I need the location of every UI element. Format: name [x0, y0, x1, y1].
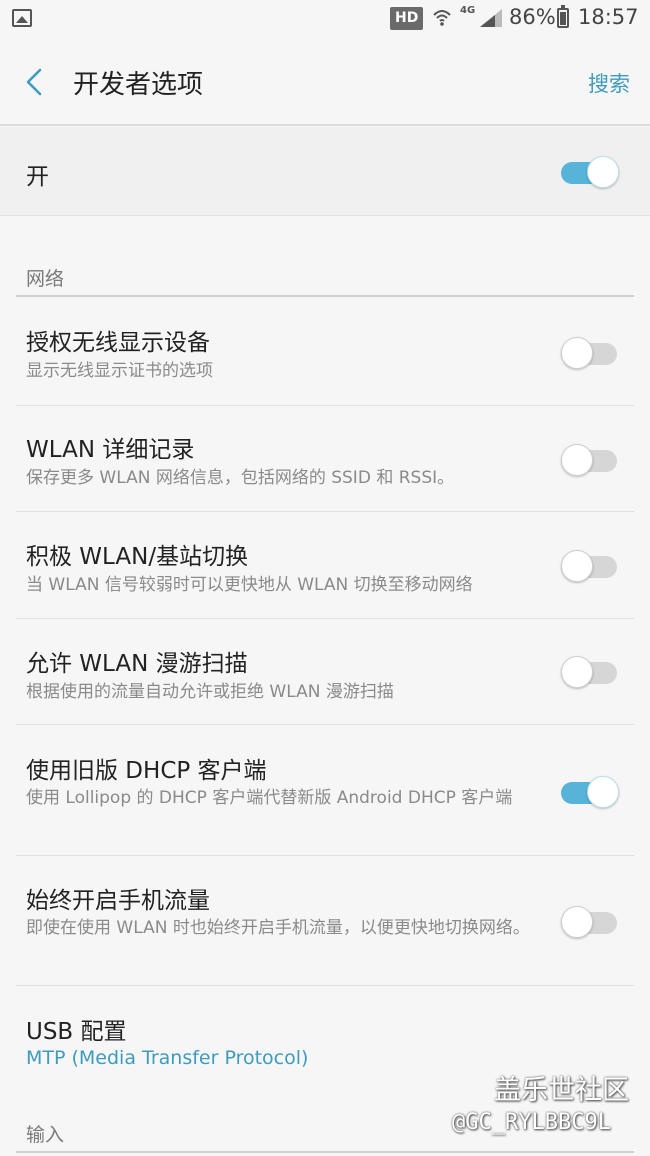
toggle-knob: [561, 656, 593, 688]
toggle-knob: [587, 156, 619, 188]
watermark-user-id: @GC_RYLBBC9L: [452, 1110, 611, 1135]
back-arrow-icon[interactable]: [22, 66, 46, 98]
setting-subtitle: 当 WLAN 信号较弱时可以更快地从 WLAN 切换至移动网络: [26, 575, 473, 595]
setting-title: 授权无线显示设备: [26, 330, 210, 356]
setting-subtitle: 保存更多 WLAN 网络信息，包括网络的 SSID 和 RSSI。: [26, 468, 455, 488]
status-bar: HD 4G 86% 18:57: [0, 0, 650, 38]
toggle-knob: [561, 906, 593, 938]
setting-toggle[interactable]: [561, 774, 621, 808]
setting-row-wlan-roam-scans[interactable]: 允许 WLAN 漫游扫描 根据使用的流量自动允许或拒绝 WLAN 漫游扫描: [0, 619, 650, 725]
wifi-icon: [433, 10, 451, 26]
master-switch-label: 开: [26, 164, 49, 190]
setting-title: WLAN 详细记录: [26, 437, 195, 463]
setting-value: MTP (Media Transfer Protocol): [26, 1047, 309, 1069]
toggle-knob: [561, 550, 593, 582]
hd-badge: HD: [390, 7, 424, 30]
setting-toggle[interactable]: [561, 904, 621, 938]
setting-subtitle: 根据使用的流量自动允许或拒绝 WLAN 漫游扫描: [26, 682, 394, 702]
toggle-knob: [561, 444, 593, 476]
setting-row-wireless-display-certification[interactable]: 授权无线显示设备 显示无线显示证书的选项: [0, 297, 650, 405]
setting-toggle[interactable]: [561, 548, 621, 582]
setting-row-legacy-dhcp-client[interactable]: 使用旧版 DHCP 客户端 使用 Lollipop 的 DHCP 客户端代替新版…: [0, 725, 650, 856]
section-header-network: 网络: [26, 268, 65, 290]
setting-title: 使用旧版 DHCP 客户端: [26, 758, 267, 784]
watermark-community: 盖乐世社区: [494, 1075, 629, 1106]
signal-icon: [480, 9, 502, 27]
setting-row-mobile-data-always-active[interactable]: 始终开启手机流量 即使在使用 WLAN 时也始终开启手机流量，以便更快地切换网络…: [0, 856, 650, 986]
setting-toggle[interactable]: [561, 654, 621, 688]
developer-options-master-switch-row[interactable]: 开: [0, 127, 650, 216]
toggle-knob: [587, 776, 619, 808]
clock: 18:57: [578, 5, 639, 29]
setting-title: USB 配置: [26, 1019, 127, 1045]
setting-subtitle: 即使在使用 WLAN 时也始终开启手机流量，以便更快地切换网络。: [26, 918, 530, 938]
section-divider: [16, 1151, 634, 1153]
setting-row-wlan-verbose-logging[interactable]: WLAN 详细记录 保存更多 WLAN 网络信息，包括网络的 SSID 和 RS…: [0, 406, 650, 512]
page-title: 开发者选项: [73, 70, 204, 100]
setting-toggle[interactable]: [561, 442, 621, 476]
toggle-knob: [561, 337, 593, 369]
setting-toggle[interactable]: [561, 335, 621, 369]
battery-icon: [557, 5, 569, 28]
search-button[interactable]: 搜索: [588, 68, 630, 98]
battery-percent: 86%: [509, 5, 556, 29]
master-toggle[interactable]: [561, 154, 621, 188]
setting-row-aggressive-handover[interactable]: 积极 WLAN/基站切换 当 WLAN 信号较弱时可以更快地从 WLAN 切换至…: [0, 512, 650, 618]
image-icon: [12, 9, 32, 27]
setting-title: 始终开启手机流量: [26, 888, 210, 914]
network-type-label: 4G: [460, 5, 476, 16]
section-header-input: 输入: [26, 1124, 65, 1146]
setting-title: 允许 WLAN 漫游扫描: [26, 651, 248, 677]
setting-subtitle: 显示无线显示证书的选项: [26, 361, 213, 381]
setting-title: 积极 WLAN/基站切换: [26, 544, 249, 570]
setting-subtitle: 使用 Lollipop 的 DHCP 客户端代替新版 Android DHCP …: [26, 788, 513, 808]
app-bar: 开发者选项 搜索: [0, 38, 650, 126]
